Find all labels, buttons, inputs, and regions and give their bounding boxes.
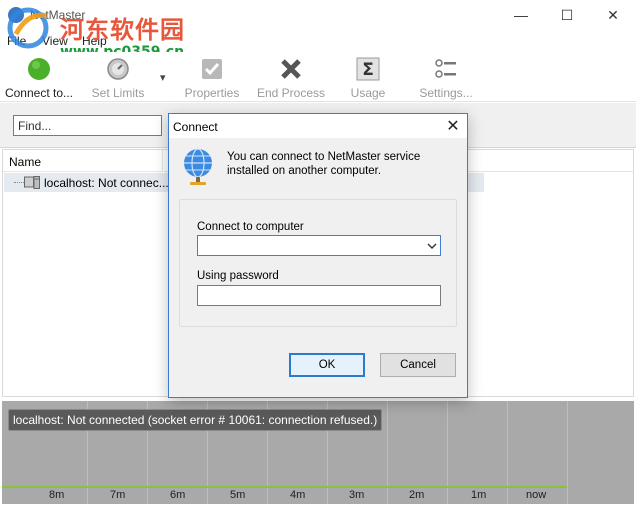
computer-label: Connect to computer: [197, 221, 304, 233]
gauge-icon: [106, 57, 130, 81]
properties-label: Properties: [184, 86, 240, 100]
password-field[interactable]: [197, 285, 441, 306]
graph-traffic-line: [2, 486, 567, 488]
time-tick-label: 3m: [349, 489, 365, 501]
cancel-button[interactable]: Cancel: [380, 353, 456, 377]
ok-button[interactable]: OK: [289, 353, 365, 377]
chevron-down-icon[interactable]: [425, 239, 439, 253]
end-process-label: End Process: [256, 86, 326, 100]
dialog-title-bar: Connect ✕: [169, 114, 467, 138]
time-tick-label: 4m: [290, 489, 306, 501]
settings-button[interactable]: Settings...: [414, 52, 478, 102]
status-tooltip: localhost: Not connected (socket error #…: [8, 409, 383, 431]
time-tick-label: now: [526, 489, 547, 501]
checkbox-icon: [200, 57, 224, 81]
traffic-graph: localhost: Not connected (socket error #…: [2, 401, 634, 504]
settings-list-icon: [434, 57, 458, 81]
graph-gridline: [447, 401, 448, 504]
time-tick-label: 8m: [49, 489, 65, 501]
svg-text:Σ: Σ: [362, 60, 374, 80]
dialog-title: Connect: [173, 120, 218, 134]
close-icon: ✕: [607, 6, 619, 23]
time-tick-label: 2m: [409, 489, 425, 501]
time-tick-label: 7m: [110, 489, 126, 501]
list-item-label: localhost: Not connec...: [44, 176, 169, 190]
minimize-button[interactable]: —: [498, 0, 544, 30]
watermark-site-name: 河东软件园: [60, 16, 185, 44]
set-limits-button[interactable]: Set Limits: [88, 52, 148, 102]
time-tick-label: 6m: [170, 489, 186, 501]
graph-gridline: [567, 401, 568, 504]
column-header-label: Name: [9, 155, 42, 169]
end-process-button[interactable]: End Process: [257, 52, 325, 102]
graph-gridline: [507, 401, 508, 504]
maximize-button[interactable]: ☐: [544, 0, 590, 30]
connect-dialog: Connect ✕ You can connect to NetMaster s…: [168, 113, 468, 398]
sigma-icon: Σ: [356, 57, 380, 81]
x-mark-icon: [279, 57, 303, 81]
close-button[interactable]: ✕: [590, 0, 636, 30]
computer-combobox[interactable]: [197, 235, 441, 256]
dialog-close-button[interactable]: ✕: [439, 114, 467, 138]
connect-label: Connect to...: [4, 86, 74, 100]
password-label: Using password: [197, 270, 279, 282]
time-tick-label: 5m: [230, 489, 246, 501]
computer-icon: [24, 176, 40, 189]
column-header-name[interactable]: Name: [3, 150, 163, 172]
properties-button[interactable]: Properties: [182, 52, 242, 102]
settings-label: Settings...: [419, 86, 473, 100]
minimize-icon: —: [514, 7, 528, 23]
watermark-logo-icon: [7, 7, 49, 49]
find-input[interactable]: [13, 115, 162, 136]
globe-icon: [184, 148, 212, 185]
toolbar: Connect to... Set Limits ▾ Properties En…: [0, 52, 636, 102]
set-limits-label: Set Limits: [91, 86, 145, 100]
usage-button[interactable]: Σ Usage: [343, 52, 393, 102]
close-icon: ✕: [446, 118, 460, 135]
tree-connector: [14, 182, 24, 183]
connect-button[interactable]: Connect to...: [2, 52, 76, 102]
green-circle-icon: [27, 57, 51, 81]
maximize-icon: ☐: [560, 6, 574, 23]
time-tick-label: 1m: [471, 489, 487, 501]
set-limits-dropdown-icon[interactable]: ▾: [160, 71, 166, 84]
connection-group-box: Connect to computer Using password: [179, 199, 457, 327]
dialog-message: You can connect to NetMaster service ins…: [227, 151, 421, 177]
usage-label: Usage: [350, 86, 386, 100]
graph-gridline: [387, 401, 388, 504]
